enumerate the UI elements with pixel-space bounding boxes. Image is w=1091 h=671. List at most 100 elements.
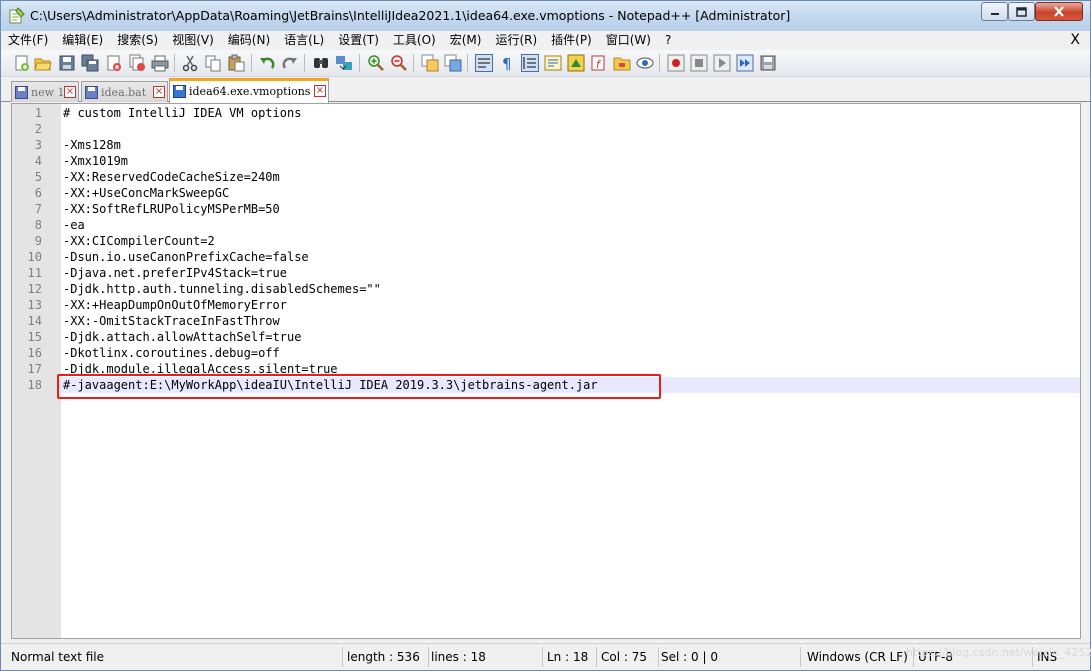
editor-line[interactable]: 12 -Djdk.http.auth.tunneling.disabledSche… bbox=[12, 281, 1080, 297]
close-window-button[interactable] bbox=[1035, 2, 1083, 21]
editor-line[interactable]: 3 -Xms128m bbox=[12, 137, 1080, 153]
line-text: -Dsun.io.useCanonPrefixCache=false bbox=[63, 250, 309, 264]
undo-icon[interactable] bbox=[258, 54, 276, 72]
toolbar-separator bbox=[467, 54, 468, 72]
line-text: -XX:SoftRefLRUPolicyMSPerMB=50 bbox=[63, 202, 280, 216]
line-number: 1 bbox=[34, 106, 42, 120]
folder-icon[interactable] bbox=[613, 54, 631, 72]
editor-line[interactable]: 13 -XX:+HeapDumpOnOutOfMemoryError bbox=[12, 297, 1080, 313]
sync-h-icon[interactable] bbox=[444, 54, 462, 72]
save-macro-icon[interactable] bbox=[759, 54, 777, 72]
editor-line[interactable]: 7 -XX:SoftRefLRUPolicyMSPerMB=50 bbox=[12, 201, 1080, 217]
document-tab-bar: new 1 × idea.bat × idea64.exe.vmoptions … bbox=[1, 78, 1090, 103]
tab-idea-bat[interactable]: idea.bat × bbox=[81, 81, 168, 102]
tab-close-icon[interactable]: × bbox=[153, 86, 165, 98]
minimize-button[interactable] bbox=[981, 2, 1008, 21]
save-icon[interactable] bbox=[58, 54, 76, 72]
line-text: -XX:CICompilerCount=2 bbox=[63, 234, 215, 248]
editor-line[interactable]: 9 -XX:CICompilerCount=2 bbox=[12, 233, 1080, 249]
paste-icon[interactable] bbox=[227, 54, 245, 72]
menu-view[interactable]: 视图(V) bbox=[165, 31, 221, 50]
line-text: -Xmx1019m bbox=[63, 154, 129, 168]
line-text: -Djdk.http.auth.tunneling.disabledScheme… bbox=[63, 282, 381, 296]
stop-macro-icon[interactable] bbox=[690, 54, 708, 72]
function-list-icon[interactable] bbox=[567, 54, 585, 72]
menu-run[interactable]: 运行(R) bbox=[488, 31, 544, 50]
play-macro-icon[interactable] bbox=[713, 54, 731, 72]
status-length: length : 536 bbox=[347, 647, 429, 667]
tab-label: idea64.exe.vmoptions bbox=[189, 85, 311, 98]
save-all-icon[interactable] bbox=[81, 54, 99, 72]
tab-new-1[interactable]: new 1 × bbox=[11, 81, 79, 102]
indent-guide-icon[interactable] bbox=[521, 54, 539, 72]
menu-help[interactable]: ? bbox=[658, 31, 678, 50]
menu-language[interactable]: 语言(L) bbox=[277, 31, 331, 50]
zoom-in-icon[interactable] bbox=[367, 54, 385, 72]
annotation-highlight-box bbox=[57, 374, 661, 399]
monitor-icon[interactable] bbox=[636, 54, 654, 72]
replace-icon[interactable] bbox=[335, 54, 353, 72]
menu-window[interactable]: 窗口(W) bbox=[599, 31, 658, 50]
tab-idea64-vmoptions[interactable]: idea64.exe.vmoptions × bbox=[169, 78, 329, 103]
editor-line[interactable]: 5 -XX:ReservedCodeCacheSize=240m bbox=[12, 169, 1080, 185]
editor-line[interactable]: 10 -Dsun.io.useCanonPrefixCache=false bbox=[12, 249, 1080, 265]
line-text: -Djava.net.preferIPv4Stack=true bbox=[63, 266, 287, 280]
menu-edit[interactable]: 编辑(E) bbox=[55, 31, 110, 50]
editor-line[interactable]: 1 # custom IntelliJ IDEA VM options bbox=[12, 105, 1080, 121]
maximize-button[interactable] bbox=[1008, 2, 1035, 21]
status-eol[interactable]: Windows (CR LF) bbox=[807, 647, 914, 667]
redo-icon[interactable] bbox=[281, 54, 299, 72]
close-icon[interactable] bbox=[105, 54, 123, 72]
line-number: 18 bbox=[27, 378, 42, 392]
sync-v-icon[interactable] bbox=[421, 54, 439, 72]
toolbar-separator bbox=[251, 54, 252, 72]
line-number: 14 bbox=[27, 314, 42, 328]
status-col: Col : 75 bbox=[601, 647, 659, 667]
tab-close-icon[interactable]: × bbox=[64, 86, 76, 98]
toolbar-separator bbox=[659, 54, 660, 72]
notepadpp-window: C:\Users\Administrator\AppData\Roaming\J… bbox=[0, 0, 1091, 671]
editor-line[interactable]: 15 -Djdk.attach.allowAttachSelf=true bbox=[12, 329, 1080, 345]
editor-line[interactable]: 6 -XX:+UseConcMarkSweepGC bbox=[12, 185, 1080, 201]
menu-search[interactable]: 搜索(S) bbox=[110, 31, 165, 50]
toolbar-separator bbox=[359, 54, 360, 72]
copy-icon[interactable] bbox=[204, 54, 222, 72]
toolbar: ¶ f bbox=[1, 50, 1090, 77]
menu-settings[interactable]: 设置(T) bbox=[331, 31, 386, 50]
word-wrap-icon[interactable] bbox=[475, 54, 493, 72]
cut-icon[interactable] bbox=[181, 54, 199, 72]
tab-close-icon[interactable]: × bbox=[314, 85, 326, 97]
new-file-icon[interactable] bbox=[13, 54, 31, 72]
show-all-chars-icon[interactable]: ¶ bbox=[498, 54, 516, 72]
doc-map-icon[interactable] bbox=[544, 54, 562, 72]
run-macro-multiple-icon[interactable] bbox=[736, 54, 754, 72]
menu-encoding[interactable]: 编码(N) bbox=[221, 31, 277, 50]
menu-macro[interactable]: 宏(M) bbox=[443, 31, 489, 50]
editor-line[interactable]: 14 -XX:-OmitStackTraceInFastThrow bbox=[12, 313, 1080, 329]
editor-line[interactable]: 16 -Dkotlinx.coroutines.debug=off bbox=[12, 345, 1080, 361]
close-all-icon[interactable] bbox=[128, 54, 146, 72]
editor-line[interactable]: 4 -Xmx1019m bbox=[12, 153, 1080, 169]
find-icon[interactable] bbox=[312, 54, 330, 72]
window-title: C:\Users\Administrator\AppData\Roaming\J… bbox=[30, 8, 791, 23]
folder-workspace-icon[interactable]: f bbox=[590, 54, 608, 72]
svg-text:¶: ¶ bbox=[502, 55, 512, 72]
zoom-out-icon[interactable] bbox=[390, 54, 408, 72]
record-macro-icon[interactable] bbox=[667, 54, 685, 72]
close-document-button[interactable]: X bbox=[1070, 32, 1080, 48]
editor-line[interactable]: 2 bbox=[12, 121, 1080, 137]
status-lines: lines : 18 bbox=[431, 647, 543, 667]
menu-tools[interactable]: 工具(O) bbox=[386, 31, 443, 50]
menu-plugins[interactable]: 插件(P) bbox=[544, 31, 599, 50]
line-number: 4 bbox=[34, 154, 42, 168]
editor-line[interactable]: 8 -ea bbox=[12, 217, 1080, 233]
toolbar-separator bbox=[413, 54, 414, 72]
title-bar[interactable]: C:\Users\Administrator\AppData\Roaming\J… bbox=[1, 1, 1090, 31]
editor-line[interactable]: 11 -Djava.net.preferIPv4Stack=true bbox=[12, 265, 1080, 281]
open-file-icon[interactable] bbox=[34, 54, 52, 72]
text-editor[interactable]: 1 # custom IntelliJ IDEA VM options 2 3 -Xms… bbox=[11, 103, 1081, 639]
menu-file[interactable]: 文件(F) bbox=[1, 31, 55, 50]
print-icon[interactable] bbox=[151, 54, 169, 72]
toolbar-separator bbox=[174, 54, 175, 72]
line-number: 11 bbox=[27, 266, 42, 280]
